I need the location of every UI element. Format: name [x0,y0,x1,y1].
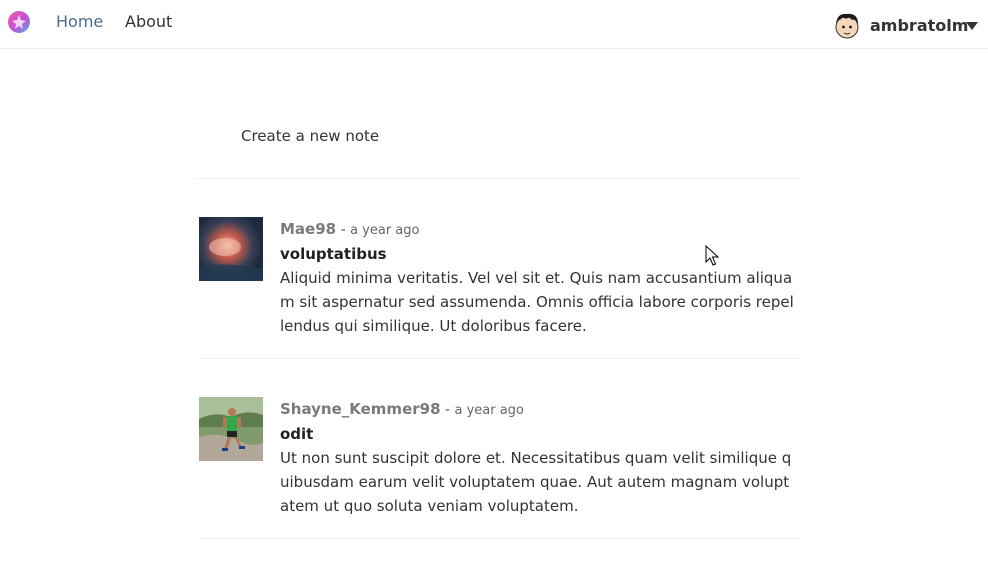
brand-logo-icon[interactable] [7,10,31,34]
mouse-cursor-icon [705,245,719,266]
user-name[interactable]: ambratolm [870,16,968,35]
note-author[interactable]: Mae98 [280,220,336,238]
note-body: Shayne_Kemmer98 - a year ago odit Ut non… [280,398,795,518]
note-item: Shayne_Kemmer98 - a year ago odit Ut non… [199,358,800,539]
note-item: Mae98 - a year ago voluptatibus Aliquid … [199,178,800,359]
note-text: Ut non sunt suscipit dolore et. Necessit… [280,449,792,515]
note-meta: Mae98 - a year ago [280,218,795,242]
new-note-composer: Create a new note [194,118,800,179]
note-meta: Shayne_Kemmer98 - a year ago [280,398,795,422]
note-meta-separator: - [444,402,451,418]
note-author-avatar[interactable] [199,217,263,281]
note-timestamp: a year ago [350,223,420,238]
top-navbar: Home About ambratolm [0,0,988,49]
note-text: Aliquid minima veritatis. Vel vel sit et… [280,269,794,335]
create-note-link[interactable]: Create a new note [241,127,379,145]
nav-link-home[interactable]: Home [56,12,103,32]
photo-avatar-icon [199,217,263,281]
user-menu[interactable]: ambratolm [834,12,980,40]
note-title[interactable]: odit [280,422,795,446]
note-timestamp: a year ago [454,403,524,418]
note-author-avatar[interactable] [199,397,263,461]
note-body: Mae98 - a year ago voluptatibus Aliquid … [280,218,795,338]
photo-avatar-icon [199,397,263,461]
note-meta-separator: - [340,222,346,238]
caret-down-icon[interactable] [966,22,978,30]
note-author[interactable]: Shayne_Kemmer98 [280,400,441,418]
user-avatar-icon [835,13,859,39]
nav-link-about[interactable]: About [125,12,172,32]
